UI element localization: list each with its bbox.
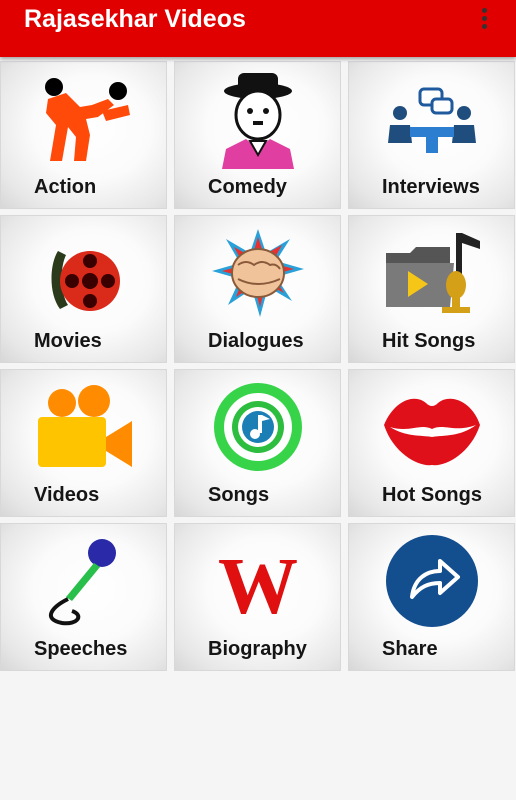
share-arrow-icon [386,535,478,627]
tile-hit-songs[interactable]: Hit Songs [348,215,515,363]
tile-label: Biography [208,638,307,660]
music-note-circle-icon [214,383,302,471]
tile-label: Action [34,176,97,198]
tile-label: Hot Songs [382,484,482,506]
tile-dialogues[interactable]: Dialogues [174,215,341,363]
tile-action[interactable]: Action [0,61,167,209]
action-fighting-icon [45,78,130,161]
tile-speeches[interactable]: Speeches [0,523,167,671]
music-folder-icon [386,233,480,313]
tile-videos[interactable]: Videos [0,369,167,517]
tile-label: Comedy [208,176,287,198]
tile-label: Interviews [382,176,480,198]
app-title: Rajasekhar Videos [24,5,246,33]
tile-movies[interactable]: Movies [0,215,167,363]
tile-label: Movies [34,330,102,352]
lips-icon [384,398,480,466]
interview-people-icon [388,87,476,153]
tile-interviews[interactable]: Interviews [348,61,515,209]
video-camera-icon [38,385,132,467]
tile-hot-songs[interactable]: Hot Songs [348,369,515,517]
film-reel-icon [51,251,120,311]
tile-share[interactable]: Share [348,523,515,671]
tile-biography[interactable]: W Biography [174,523,341,671]
app-bar: Rajasekhar Videos [0,0,516,57]
tile-label: Speeches [34,638,128,660]
comedy-character-icon [222,73,294,169]
tile-comedy[interactable]: Comedy [174,61,341,209]
tile-label: Hit Songs [382,330,476,352]
tile-label: Videos [34,484,100,506]
svg-text:W: W [218,543,298,631]
tile-label: Dialogues [208,330,304,352]
microphone-icon [48,539,116,626]
wikipedia-w-icon: W [218,543,298,631]
more-vert-icon[interactable] [470,2,498,34]
tile-songs[interactable]: Songs [174,369,341,517]
tile-label: Songs [208,484,270,506]
fist-punch-icon [212,229,304,317]
tile-label: Share [382,638,438,660]
